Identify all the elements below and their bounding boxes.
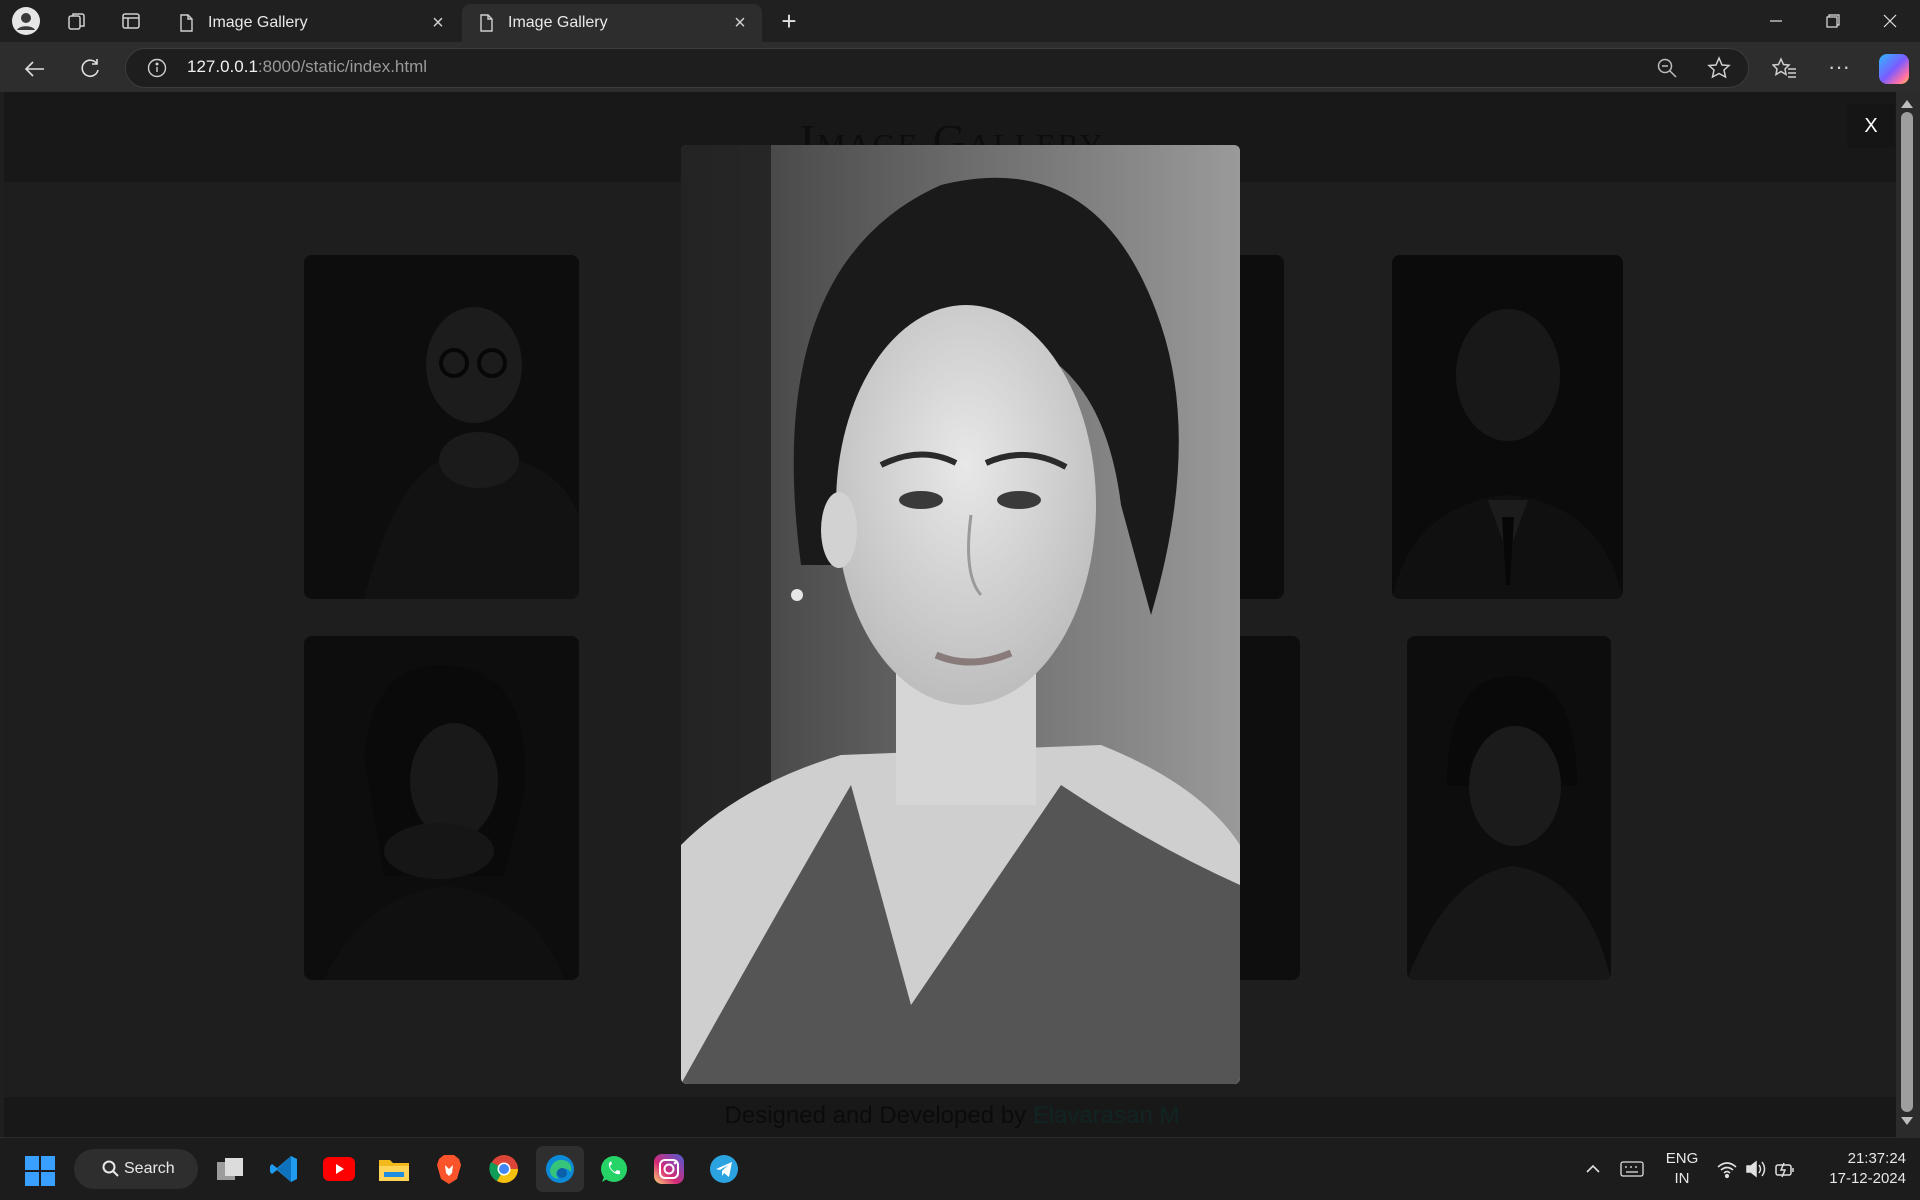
close-icon: [1883, 14, 1897, 28]
new-tab-button[interactable]: +: [776, 8, 802, 35]
lightbox-close-button[interactable]: X: [1847, 104, 1895, 148]
language-indicator[interactable]: ENG IN: [1660, 1149, 1704, 1189]
clock[interactable]: 21:37:24 17-12-2024: [1810, 1149, 1906, 1189]
page-icon: [180, 14, 193, 32]
url-text[interactable]: 127.0.0.1:8000/static/index.html: [187, 57, 427, 77]
more-menu-icon[interactable]: ···: [1826, 56, 1852, 82]
page-icon: [480, 14, 493, 32]
search-label: Search: [124, 1160, 175, 1177]
restore-button[interactable]: [1805, 0, 1861, 42]
chrome-icon[interactable]: [487, 1152, 521, 1186]
url-path: :8000/static/index.html: [257, 57, 428, 76]
page-viewport: Image Gallery Designed and Developed by …: [4, 92, 1900, 1137]
vscode-icon[interactable]: [267, 1152, 301, 1186]
youtube-icon[interactable]: [322, 1152, 356, 1186]
taskbar-search[interactable]: Search: [74, 1149, 198, 1189]
lightbox-image: [681, 145, 1240, 1084]
tab-title: Image Gallery: [208, 14, 308, 31]
reload-button[interactable]: [77, 56, 103, 82]
task-view-icon[interactable]: [213, 1152, 247, 1186]
favorites-icon[interactable]: [1771, 56, 1798, 82]
scroll-up-arrow-icon[interactable]: [1901, 100, 1913, 108]
zoom-out-icon[interactable]: [1656, 57, 1678, 79]
close-window-button[interactable]: [1862, 0, 1918, 42]
windows-start-icon[interactable]: [25, 1156, 55, 1186]
edge-icon[interactable]: [536, 1146, 584, 1192]
instagram-icon[interactable]: [652, 1152, 686, 1186]
copilot-icon[interactable]: [1879, 54, 1909, 84]
browser-tab-strip: Image Gallery × Image Gallery × +: [0, 0, 1920, 42]
vertical-tabs-icon[interactable]: [120, 10, 142, 32]
language-code: ENG: [1665, 1150, 1699, 1167]
battery-icon[interactable]: [1774, 1159, 1796, 1179]
scroll-down-arrow-icon[interactable]: [1901, 1117, 1913, 1125]
minimize-button[interactable]: [1748, 0, 1804, 42]
scrollbar-thumb[interactable]: [1901, 112, 1913, 1112]
tab-title: Image Gallery: [508, 14, 608, 31]
workspaces-icon[interactable]: [66, 10, 88, 32]
whatsapp-icon[interactable]: [597, 1152, 631, 1186]
close-tab-icon[interactable]: ×: [730, 13, 750, 33]
search-icon: [102, 1160, 119, 1177]
tab-image-gallery-1[interactable]: Image Gallery ×: [162, 4, 460, 42]
profile-avatar[interactable]: [12, 7, 40, 35]
wifi-icon[interactable]: [1716, 1159, 1738, 1179]
file-explorer-icon[interactable]: [377, 1152, 411, 1186]
url-host: 127.0.0.1: [187, 57, 258, 76]
restore-icon: [1826, 14, 1840, 28]
clock-time: 21:37:24: [1847, 1150, 1906, 1167]
volume-icon[interactable]: [1745, 1159, 1767, 1179]
tab-image-gallery-2[interactable]: Image Gallery ×: [462, 4, 762, 42]
reload-icon: [81, 59, 99, 77]
back-button[interactable]: [22, 56, 48, 82]
region-code: IN: [1674, 1170, 1690, 1187]
minimize-icon: [1770, 20, 1782, 22]
favorite-star-icon[interactable]: [1707, 56, 1731, 80]
keyboard-icon[interactable]: [1620, 1159, 1644, 1179]
back-arrow-icon: [24, 61, 44, 77]
show-hidden-icons-chevron-icon[interactable]: [1584, 1160, 1602, 1178]
site-info-icon[interactable]: [146, 57, 168, 79]
brave-icon[interactable]: [432, 1152, 466, 1186]
close-tab-icon[interactable]: ×: [428, 13, 448, 33]
telegram-icon[interactable]: [707, 1152, 741, 1186]
clock-date: 17-12-2024: [1829, 1170, 1906, 1187]
